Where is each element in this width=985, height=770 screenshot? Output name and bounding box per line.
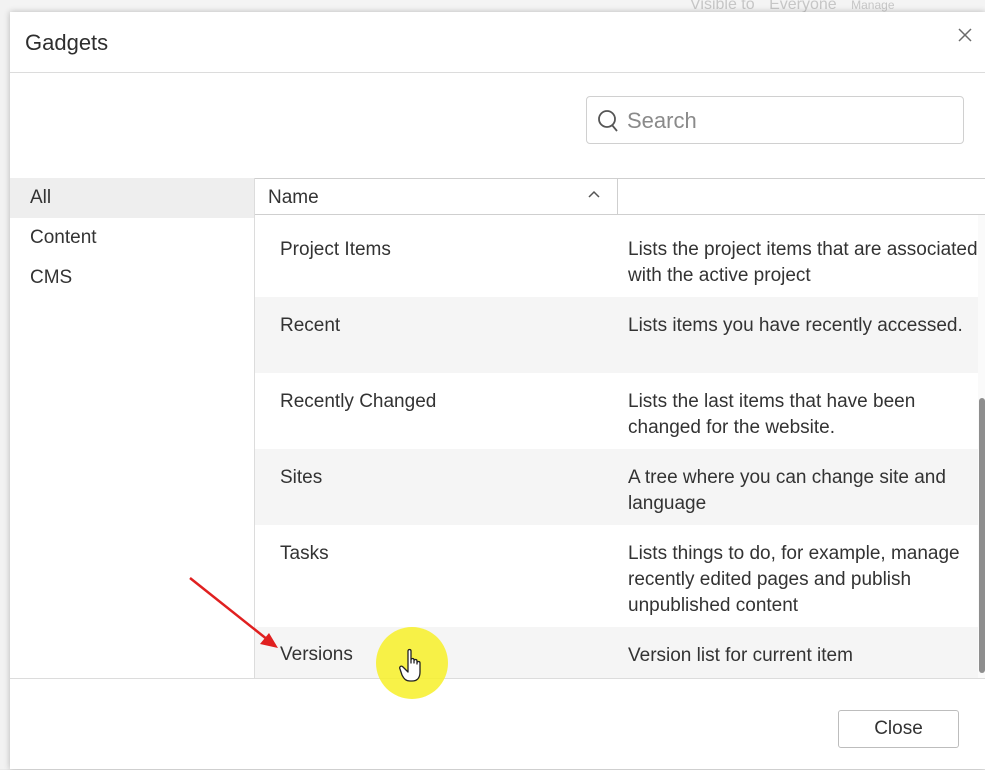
- table-row[interactable]: Tasks Lists things to do, for example, m…: [255, 525, 978, 627]
- gadget-name: Versions: [280, 644, 353, 665]
- category-list: All Content CMS: [10, 178, 254, 298]
- dialog-header: Gadgets: [10, 12, 985, 73]
- column-header-name[interactable]: Name: [255, 179, 618, 214]
- gadget-name: Tasks: [280, 543, 329, 564]
- close-icon-glyph: [958, 28, 972, 42]
- search-box[interactable]: [586, 96, 964, 144]
- gadgets-dialog: Gadgets All Content CMS Name Pr: [10, 12, 985, 769]
- search-input[interactable]: [625, 103, 959, 139]
- table-scrollbar[interactable]: [978, 215, 985, 678]
- close-button[interactable]: Close: [838, 710, 959, 748]
- gadget-description: Lists items you have recently accessed.: [628, 315, 963, 336]
- gadget-description: Lists things to do, for example, manage …: [628, 543, 960, 616]
- gadget-description: A tree where you can change site and lan…: [628, 467, 946, 514]
- table-header: Name: [255, 178, 985, 215]
- background-left-edge: [0, 0, 10, 769]
- gadget-table-body: Project Items Lists the project items th…: [255, 215, 978, 678]
- category-item-cms[interactable]: CMS: [10, 258, 254, 298]
- close-icon[interactable]: [955, 26, 975, 46]
- gadget-name: Sites: [280, 467, 323, 488]
- column-header-name-label: Name: [268, 187, 319, 208]
- column-header-description[interactable]: [618, 179, 985, 214]
- dialog-title: Gadgets: [25, 30, 109, 55]
- search-icon: [598, 110, 618, 132]
- category-item-all[interactable]: All: [10, 178, 254, 218]
- category-item-content[interactable]: Content: [10, 218, 254, 258]
- gadget-description: Lists the last items that have been chan…: [628, 391, 916, 438]
- sort-ascending-icon: [588, 190, 600, 198]
- background-manage-link: Manage: [851, 0, 895, 12]
- table-row[interactable]: Project Items Lists the project items th…: [255, 215, 978, 297]
- table-row[interactable]: Versions Version list for current item: [255, 627, 978, 678]
- table-row[interactable]: Recent Lists items you have recently acc…: [255, 297, 978, 373]
- gadget-description: Version list for current item: [628, 645, 853, 666]
- table-row[interactable]: Recently Changed Lists the last items th…: [255, 373, 978, 449]
- annotation-arrow-icon: [189, 577, 278, 648]
- table-row[interactable]: Sites A tree where you can change site a…: [255, 449, 978, 525]
- dialog-footer: Close: [10, 678, 985, 770]
- gadget-description: Lists the project items that are associa…: [628, 239, 978, 286]
- gadget-name: Recent: [280, 315, 341, 336]
- gadget-name: Recently Changed: [280, 391, 437, 412]
- scrollbar-thumb[interactable]: [979, 398, 985, 673]
- gadget-name: Project Items: [280, 239, 391, 260]
- hand-pointer-icon: [399, 648, 421, 682]
